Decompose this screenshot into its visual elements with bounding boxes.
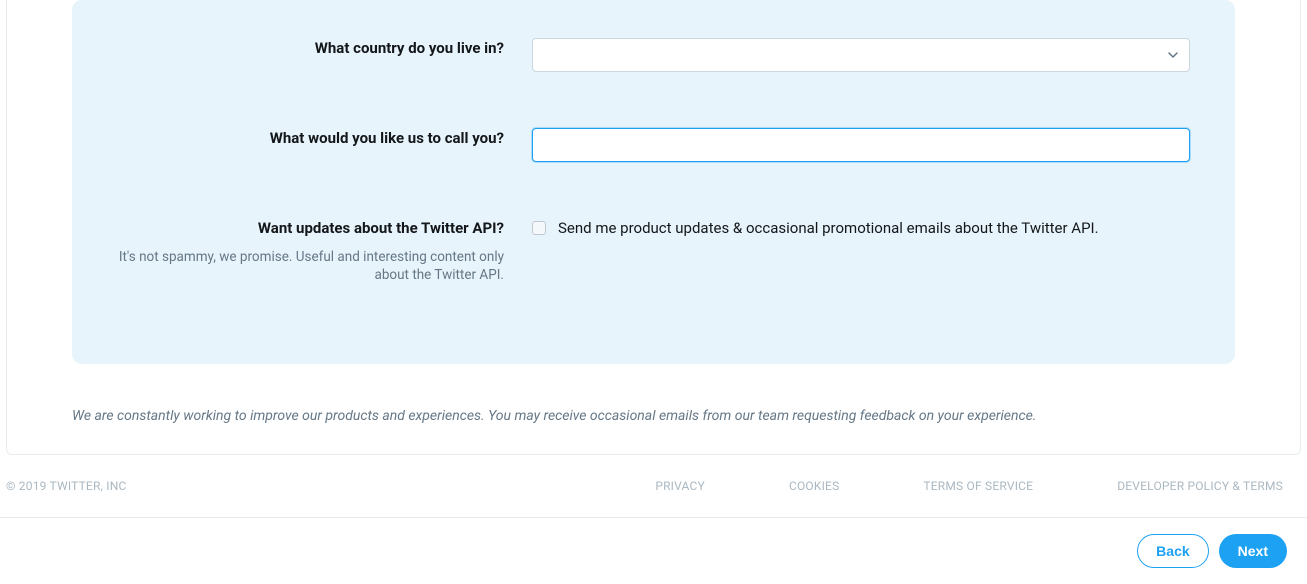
footer-link-cookies[interactable]: COOKIES xyxy=(789,479,839,493)
row-name: What would you like us to call you? xyxy=(112,128,1195,162)
action-bar: Back Next xyxy=(0,517,1307,584)
updates-checkbox[interactable] xyxy=(532,221,546,235)
country-select-wrap xyxy=(532,38,1190,72)
next-button[interactable]: Next xyxy=(1219,534,1287,568)
page-footer: © 2019 TWITTER, INC PRIVACY COOKIES TERM… xyxy=(0,455,1307,517)
country-select[interactable] xyxy=(532,38,1190,72)
updates-option: Send me product updates & occasional pro… xyxy=(532,218,1190,237)
feedback-disclaimer: We are constantly working to improve our… xyxy=(72,408,1235,424)
updates-help: It's not spammy, we promise. Useful and … xyxy=(112,248,504,284)
back-button[interactable]: Back xyxy=(1137,534,1208,568)
form-panel: What country do you live in? xyxy=(72,0,1235,364)
footer-link-privacy[interactable]: PRIVACY xyxy=(655,479,705,493)
footer-links: PRIVACY COOKIES TERMS OF SERVICE DEVELOP… xyxy=(655,479,1283,493)
name-question: What would you like us to call you? xyxy=(112,128,504,148)
country-question: What country do you live in? xyxy=(112,38,504,58)
footer-link-dev-policy[interactable]: DEVELOPER POLICY & TERMS xyxy=(1117,479,1283,493)
updates-option-label: Send me product updates & occasional pro… xyxy=(558,219,1099,237)
footer-link-terms[interactable]: TERMS OF SERVICE xyxy=(923,479,1033,493)
updates-question: Want updates about the Twitter API? xyxy=(112,218,504,238)
footer-copyright: © 2019 TWITTER, INC xyxy=(6,479,127,493)
form-panel-wrap: What country do you live in? xyxy=(6,0,1301,455)
row-country: What country do you live in? xyxy=(112,38,1195,72)
name-input[interactable] xyxy=(532,128,1190,162)
row-updates: Want updates about the Twitter API? It's… xyxy=(112,218,1195,284)
